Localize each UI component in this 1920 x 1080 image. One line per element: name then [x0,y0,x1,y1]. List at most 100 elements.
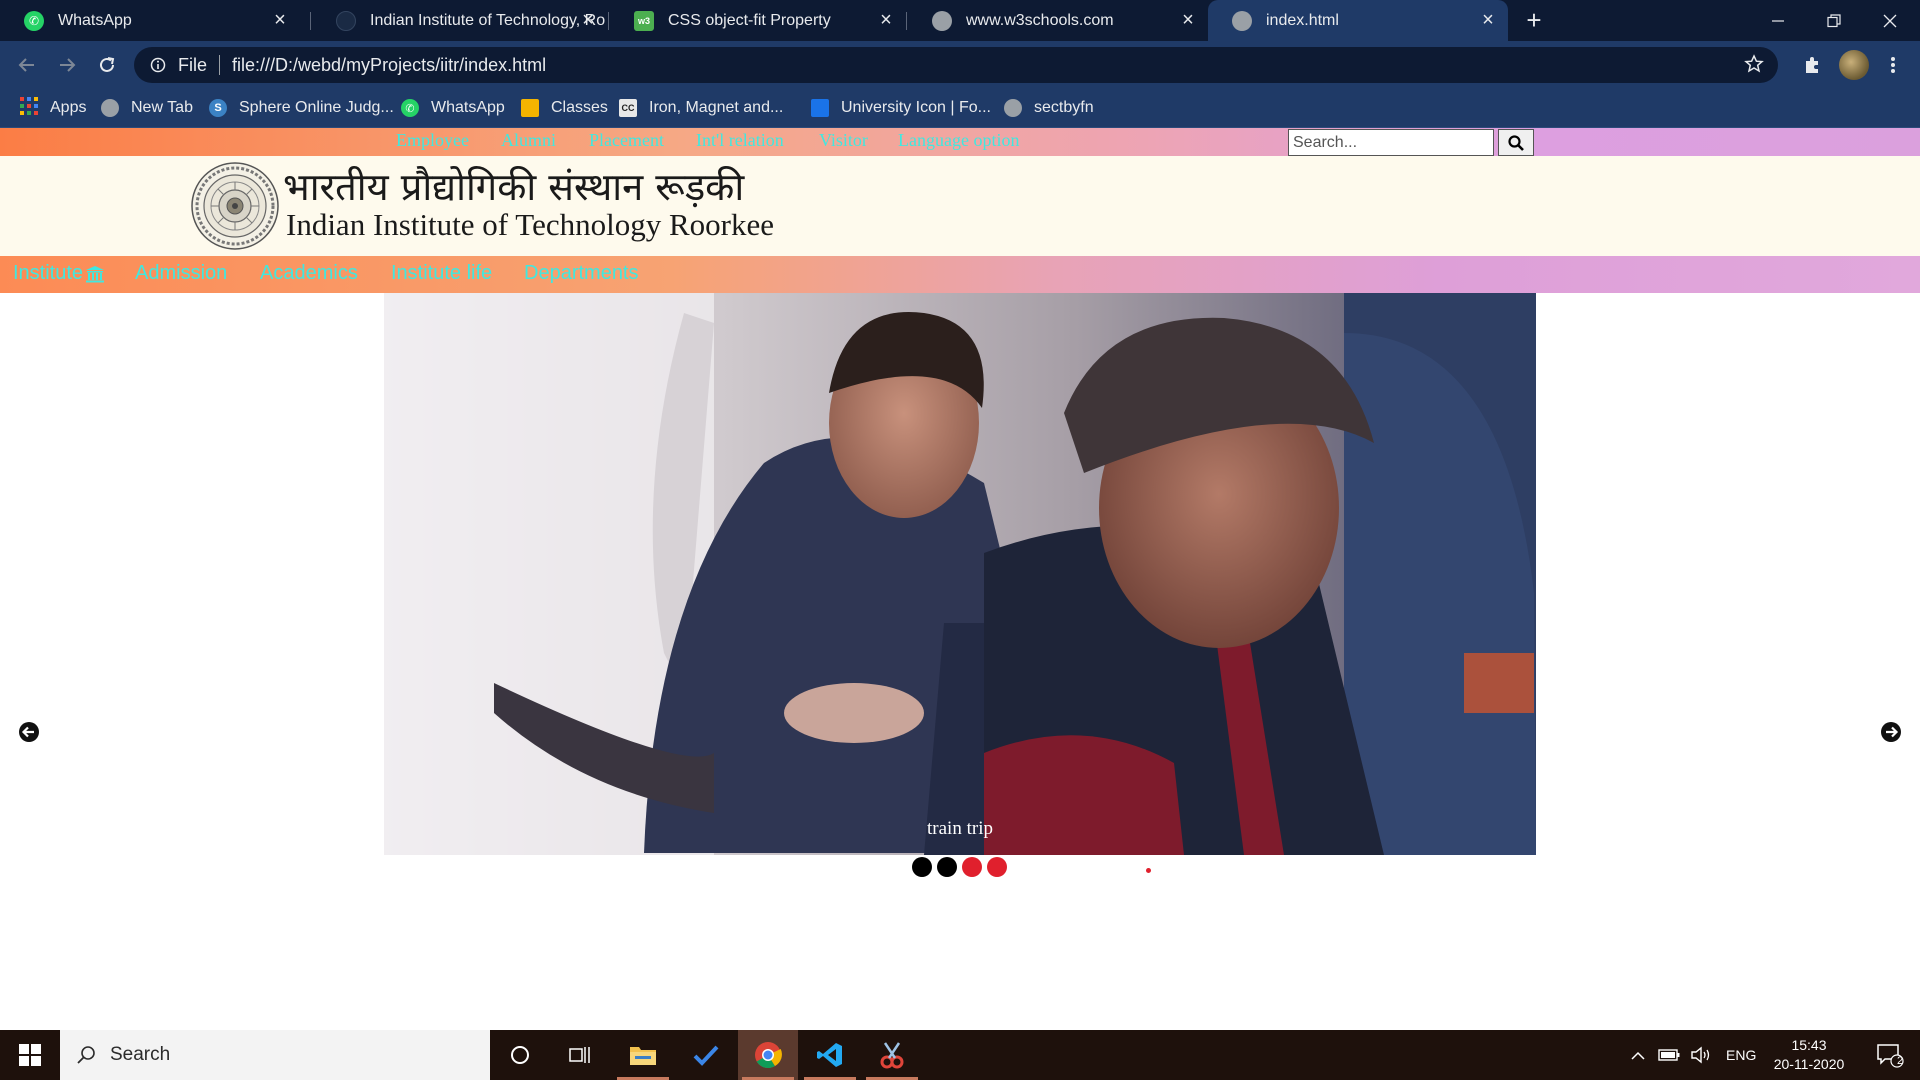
menu-icon[interactable] [1880,52,1906,78]
apps-grid-icon [20,96,38,120]
slide-dot-3[interactable] [962,857,982,877]
volume-icon[interactable] [1690,1046,1712,1064]
start-button[interactable] [0,1030,60,1080]
link-employee[interactable]: Employee [396,130,469,151]
system-tray: ENG [1630,1030,1756,1080]
divider [219,55,221,75]
link-language-option[interactable]: Language option [898,130,1019,151]
forward-button[interactable] [52,50,82,80]
bookmark-apps[interactable]: Apps [20,88,86,128]
restore-icon [1827,13,1841,27]
slide-dot-4[interactable] [987,857,1007,877]
whatsapp-icon: ✆ [24,10,44,31]
todo-button[interactable] [676,1030,736,1080]
avatar[interactable] [1839,50,1869,80]
link-alumni[interactable]: Alumni [501,130,556,151]
slide-dot-2[interactable] [937,857,957,877]
spoj-icon: S [209,99,227,117]
nav-departments[interactable]: Departments [524,262,639,285]
bookmark-label: New Tab [131,99,193,116]
info-icon[interactable] [150,57,166,73]
taskbar-search[interactable]: Search [60,1030,490,1080]
bookmark-label: Apps [50,99,87,116]
tab-object-fit[interactable]: w3 CSS object-fit Property × [610,0,906,41]
vscode-icon [817,1043,842,1067]
snipping-tool-icon [880,1042,904,1069]
tab-whatsapp[interactable]: ✆ WhatsApp × [0,0,300,41]
tab-w3schools[interactable]: www.w3schools.com × [908,0,1208,41]
link-intl-relation[interactable]: Int'l relation [696,130,784,151]
site-title-hindi: भारतीय प्रौद्योगिकी संस्थान रूड़की [283,165,745,209]
iitr-icon [336,10,356,31]
next-slide-arrow-icon[interactable] [1880,721,1902,743]
minimize-button[interactable] [1750,0,1806,41]
bookmark-sectbyfn[interactable]: sectbyfn [1004,88,1094,128]
close-icon[interactable]: × [1178,10,1198,30]
tab-title: CSS object-fit Property [668,11,831,29]
site-header: भारतीय प्रौद्योगिकी संस्थान रूड़की India… [0,156,1920,256]
globe-icon [101,99,119,117]
slide-dot-1[interactable] [912,857,932,877]
close-icon[interactable]: × [876,10,896,30]
notification-count: 2 [1897,1055,1904,1067]
bookmark-iron-magnet[interactable]: CC Iron, Magnet and... [619,88,783,128]
tab-title: www.w3schools.com [966,11,1114,29]
slide-indicators [912,857,1007,877]
link-visitor[interactable]: Visitor [819,130,868,151]
clock-time: 15:43 [1791,1037,1827,1053]
bookmark-label: Iron, Magnet and... [649,99,784,116]
todo-icon [693,1045,719,1066]
restore-button[interactable] [1806,0,1862,41]
chevron-up-icon[interactable] [1630,1050,1646,1060]
clock-date: 20-11-2020 [1773,1056,1845,1072]
snipping-tool-button[interactable] [862,1030,922,1080]
vscode-button[interactable] [800,1030,860,1080]
extensions-icon[interactable] [1799,52,1825,78]
bookmark-whatsapp[interactable]: ✆ WhatsApp [401,88,505,128]
nav-institute[interactable]: Institute [13,262,105,285]
bookmark-star-icon[interactable] [1744,54,1764,79]
bookmark-label: Classes [551,99,608,116]
taskbar-search-label: Search [110,1044,171,1065]
nav-admission[interactable]: Admission [135,262,227,285]
bookmark-label: University Icon | Fo... [841,99,991,116]
close-icon[interactable]: × [1478,10,1498,30]
language-indicator[interactable]: ENG [1726,1047,1756,1063]
search-icon [77,1046,95,1064]
chrome-button[interactable] [738,1030,798,1080]
bookmarks-bar: Apps New Tab S Sphere Online Judg... ✆ W… [0,88,1920,128]
reload-button[interactable] [92,50,122,80]
tab-iitr[interactable]: Indian Institute of Technology, Ro × [312,0,608,41]
close-icon[interactable]: × [270,10,290,30]
search-button[interactable] [1498,129,1534,156]
cortana-button[interactable] [490,1030,550,1080]
globe-icon [1004,99,1022,117]
reload-icon [100,57,115,72]
address-bar[interactable]: File file:///D:/webd/myProjects/iitr/ind… [134,47,1778,83]
search-input[interactable] [1288,129,1494,156]
clock[interactable]: 15:43 20-11-2020 [1768,1036,1850,1074]
link-placement[interactable]: Placement [589,130,664,151]
image-slider: train trip [0,293,1920,855]
indicator-marker [1146,868,1151,873]
back-button[interactable] [12,50,42,80]
task-view-button[interactable] [550,1030,610,1080]
prev-slide-arrow-icon[interactable] [18,721,40,743]
bookmark-classes[interactable]: Classes [521,88,608,128]
battery-icon[interactable] [1658,1048,1680,1062]
close-icon[interactable]: × [578,10,598,30]
close-window-button[interactable] [1862,0,1918,41]
file-explorer-button[interactable] [613,1030,673,1080]
tab-index[interactable]: index.html × [1208,0,1508,41]
url-text[interactable]: file:///D:/webd/myProjects/iitr/index.ht… [232,55,546,76]
nav-academics[interactable]: Academics [260,262,358,285]
browser-toolbar: File file:///D:/webd/myProjects/iitr/ind… [0,41,1920,88]
bookmark-new-tab[interactable]: New Tab [101,88,193,128]
bookmark-label: Sphere Online Judg... [239,99,394,116]
notifications-button[interactable]: 2 [1860,1030,1920,1080]
new-tab-button[interactable]: + [1520,6,1548,34]
close-icon [1883,14,1897,27]
bookmark-spoj[interactable]: S Sphere Online Judg... [209,88,394,128]
bookmark-university-icon[interactable]: University Icon | Fo... [811,88,991,128]
nav-institute-life[interactable]: Institute life [391,262,492,285]
